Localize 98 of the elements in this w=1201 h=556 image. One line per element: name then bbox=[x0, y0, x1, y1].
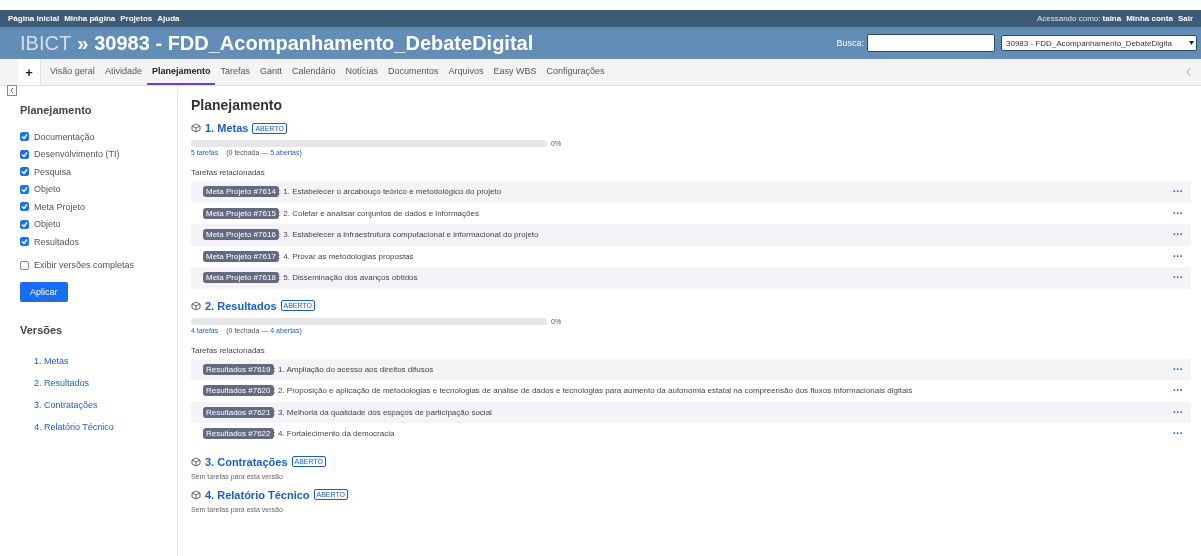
issue-tracker-link[interactable]: Resultados #7619 bbox=[203, 363, 274, 375]
logged-in-label: Acessando como: bbox=[1036, 14, 1101, 23]
related-issues-label: Tarefas relacionadas bbox=[191, 345, 266, 355]
checkbox-option[interactable]: Objeto bbox=[20, 180, 177, 198]
nav-tab[interactable]: Configurações bbox=[541, 59, 610, 85]
more-menu[interactable]: ··· bbox=[1173, 428, 1183, 440]
issue-subject-link[interactable]: : 5. Disseminação dos avanços obtidos bbox=[278, 273, 1173, 283]
sidebar-title: Planejamento bbox=[20, 104, 93, 116]
issue-subject-link[interactable]: : 4. Fortalecimento da democracia bbox=[273, 429, 1173, 439]
sidebar-title: Versões bbox=[20, 324, 64, 336]
related-issues-label: Tarefas relacionadas bbox=[191, 168, 266, 177]
more-menu[interactable]: ··· bbox=[1173, 250, 1183, 262]
top-menu-link[interactable]: Ajuda bbox=[157, 14, 180, 23]
search-field[interactable] bbox=[867, 34, 995, 52]
issue-subject-link[interactable]: : 4. Provar as metodologias propostas bbox=[278, 251, 1173, 261]
project-jump-dropdown[interactable]: 30983 - FDD_Acompanhamento_DebateDigita bbox=[1001, 35, 1197, 51]
project-title: 30983 - FDD_Acompanhamento_DebateDigital bbox=[94, 31, 534, 55]
version-link[interactable]: 2. Resultados bbox=[34, 378, 177, 388]
checkbox[interactable] bbox=[20, 219, 29, 229]
issue-tracker-link[interactable]: Resultados #7621 bbox=[203, 406, 274, 418]
collapse-sidebar-icon[interactable] bbox=[7, 85, 17, 96]
checkbox-label: Desenvolvimento (TI) bbox=[34, 149, 120, 160]
more-menu[interactable]: ··· bbox=[1173, 229, 1183, 241]
checkbox-label: Resultados bbox=[34, 236, 80, 247]
user-link[interactable]: taina bbox=[1102, 14, 1122, 23]
top-menu-link[interactable]: Página inicial bbox=[8, 14, 60, 23]
nav-tab[interactable]: Gantt bbox=[254, 59, 287, 85]
nav-tab[interactable]: Tarefas bbox=[215, 59, 255, 85]
package-icon bbox=[191, 456, 201, 467]
issue-subject-link[interactable]: : 3. Melhoria da qualidade dos espaços de participação social bbox=[273, 407, 1173, 417]
checkbox-option[interactable]: Objeto bbox=[20, 215, 177, 233]
checkbox-label: Meta Projeto bbox=[34, 201, 86, 212]
version-link[interactable]: 3. Contratações bbox=[34, 400, 177, 410]
checkbox[interactable] bbox=[20, 184, 29, 194]
checkbox-option[interactable]: Pesquisa bbox=[20, 163, 177, 181]
page-title: Planejamento bbox=[191, 97, 284, 113]
breadcrumb-separator: » bbox=[77, 31, 89, 55]
issue-tracker-link[interactable]: Meta Projeto #7615 bbox=[203, 207, 279, 219]
search-label: Busca: bbox=[836, 38, 864, 48]
dropdown-arrow-icon[interactable] bbox=[1189, 41, 1194, 45]
top-menu-link[interactable]: Minha página bbox=[64, 14, 116, 23]
checkbox[interactable] bbox=[20, 237, 29, 247]
nav-tab[interactable]: Easy WBS bbox=[488, 59, 542, 85]
nav-tab[interactable]: Planejamento bbox=[146, 59, 216, 85]
package-icon bbox=[191, 489, 201, 500]
nav-tab[interactable]: Visão geral bbox=[45, 59, 100, 85]
checkbox[interactable] bbox=[20, 132, 29, 142]
checkbox-label: Pesquisa bbox=[34, 166, 72, 177]
checkbox[interactable] bbox=[20, 260, 29, 270]
version-link[interactable]: 4. Relatório Técnico bbox=[34, 422, 177, 432]
more-menu[interactable]: ··· bbox=[1173, 363, 1183, 375]
issue-tracker-link[interactable]: Resultados #7620 bbox=[203, 385, 274, 397]
checkbox[interactable] bbox=[20, 149, 29, 159]
top-menu-link[interactable]: Projetos bbox=[120, 14, 153, 23]
version-title[interactable]: 3. Contratações bbox=[205, 455, 288, 468]
issue-subject-link[interactable]: : 1. Estabelecer o arcabouço teórico e metodológico do projeto bbox=[278, 187, 1173, 197]
checkbox-label: Objeto bbox=[34, 184, 61, 195]
version-title[interactable]: 1. Metas bbox=[205, 122, 249, 134]
checkbox[interactable] bbox=[20, 167, 29, 177]
chevron-left-icon[interactable] bbox=[1186, 68, 1191, 76]
nav-tab[interactable]: Arquivos bbox=[443, 59, 489, 85]
checkbox[interactable] bbox=[20, 202, 29, 212]
checkbox-label: Objeto bbox=[34, 219, 61, 230]
checkbox-label: Documentação bbox=[34, 131, 95, 142]
new-item-tab[interactable]: + bbox=[18, 59, 41, 85]
issue-subject-link[interactable]: : 1. Ampliação do acesso aos direitos difusos bbox=[273, 364, 1173, 374]
issue-tracker-link[interactable]: Meta Projeto #7616 bbox=[203, 229, 279, 241]
dropdown-value: 30983 - FDD_Acompanhamento_DebateDigita bbox=[1006, 38, 1172, 48]
more-menu[interactable]: ··· bbox=[1173, 207, 1183, 219]
checkbox-option[interactable]: Exibir versões completas bbox=[20, 256, 177, 274]
checkbox-option[interactable]: Documentação bbox=[20, 128, 177, 146]
more-menu[interactable]: ··· bbox=[1173, 385, 1183, 397]
more-menu[interactable]: ··· bbox=[1173, 272, 1183, 284]
checkbox-label: Exibir versões completas bbox=[34, 260, 135, 271]
issue-subject-link[interactable]: : 2. Proposição e aplicação de metodologias e tecnologias de análise de dados e tecnologias para aumento da autonomia estatal na compreensão dos fluxos informacionais digitais bbox=[273, 386, 1173, 396]
version-link[interactable]: 1. Metas bbox=[34, 356, 177, 366]
issue-tracker-link[interactable]: Meta Projeto #7617 bbox=[203, 250, 279, 262]
package-icon bbox=[191, 300, 201, 311]
nav-tab[interactable]: Calendário bbox=[286, 59, 341, 85]
issue-tracker-link[interactable]: Meta Projeto #7614 bbox=[203, 186, 279, 198]
issue-subject-link[interactable]: : 3. Estabelecer a infraestrutura computacional e informacional do projeto bbox=[278, 230, 1173, 240]
checkbox-option[interactable]: Meta Projeto bbox=[20, 198, 177, 216]
account-link[interactable]: Minha conta bbox=[1126, 14, 1173, 23]
more-menu[interactable]: ··· bbox=[1173, 186, 1183, 198]
version-title[interactable]: 2. Resultados bbox=[205, 299, 277, 312]
checkbox-option[interactable]: Resultados bbox=[20, 233, 177, 251]
issue-subject-link[interactable]: : 2. Coletar e analisar conjuntos de dados e informações bbox=[278, 208, 1173, 218]
nav-tab[interactable]: Notícias bbox=[340, 59, 383, 85]
issue-tracker-link[interactable]: Resultados #7622 bbox=[203, 428, 274, 440]
apply-button[interactable]: Aplicar bbox=[20, 282, 68, 302]
issue-tracker-link[interactable]: Meta Projeto #7618 bbox=[203, 272, 279, 284]
version-title[interactable]: 4. Relatório Técnico bbox=[205, 488, 310, 501]
checkbox-option[interactable]: Desenvolvimento (TI) bbox=[20, 145, 177, 163]
more-menu[interactable]: ··· bbox=[1173, 406, 1183, 418]
package-icon bbox=[191, 123, 201, 133]
nav-tab[interactable]: Atividade bbox=[99, 59, 147, 85]
account-link[interactable]: Sair bbox=[1177, 14, 1193, 23]
nav-tab[interactable]: Documentos bbox=[383, 59, 444, 85]
